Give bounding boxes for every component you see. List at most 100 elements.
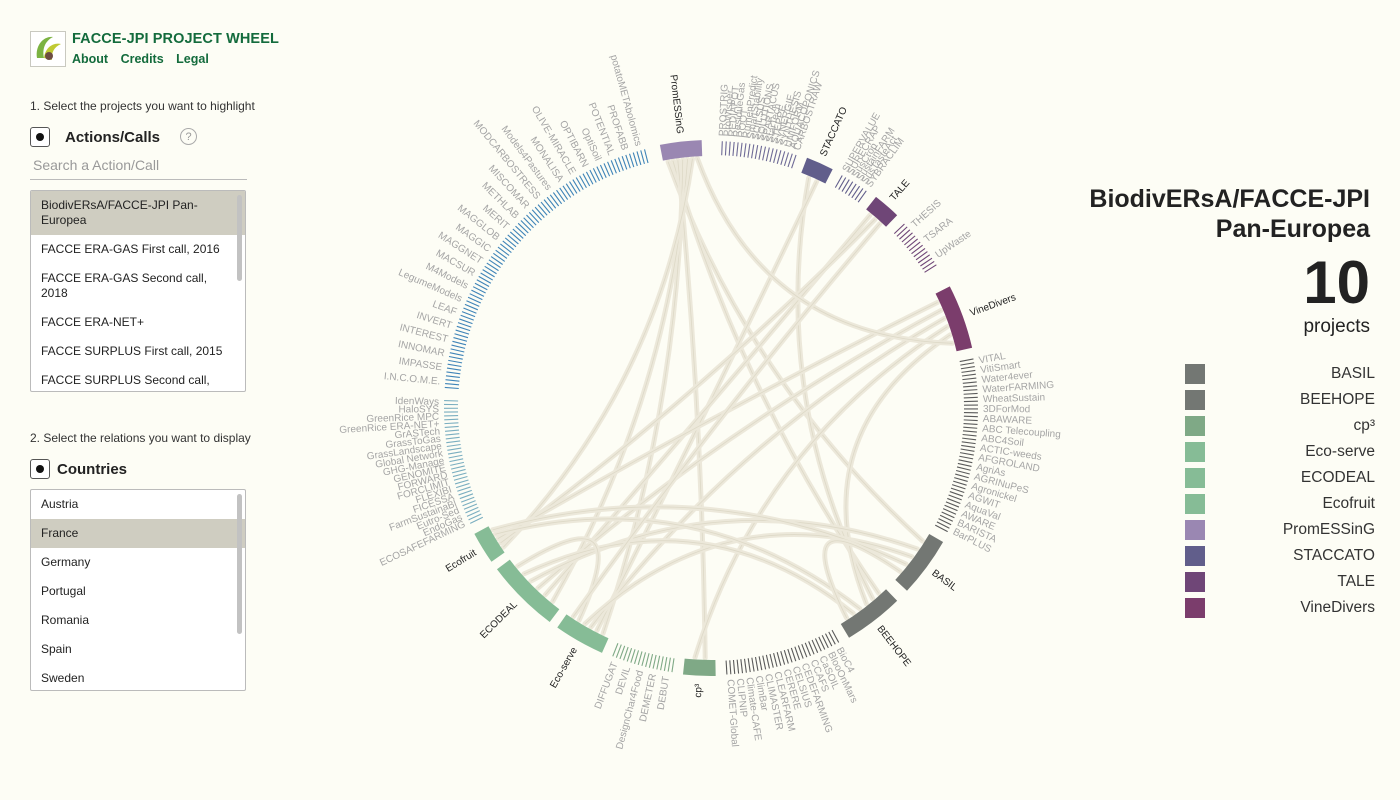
- project-tick[interactable]: [963, 426, 978, 429]
- project-tick[interactable]: [754, 656, 759, 671]
- project-tick[interactable]: [459, 318, 473, 325]
- project-tick[interactable]: [652, 654, 657, 669]
- call-list-item[interactable]: FACCE ERA-GAS First call, 2016: [31, 235, 245, 264]
- project-arc-label[interactable]: Ecofruit: [444, 548, 479, 575]
- project-tick[interactable]: [454, 479, 469, 485]
- countries-radio[interactable]: [30, 459, 50, 479]
- project-tick[interactable]: [445, 436, 460, 440]
- project-tick[interactable]: [445, 433, 460, 436]
- project-tick[interactable]: [924, 264, 937, 273]
- project-tick[interactable]: [776, 652, 782, 666]
- project-tick[interactable]: [552, 192, 563, 205]
- legend-item[interactable]: VineDivers: [1185, 598, 1375, 618]
- project-tick[interactable]: [450, 348, 465, 353]
- project-tick[interactable]: [523, 217, 534, 229]
- country-list-item[interactable]: France: [31, 519, 245, 548]
- project-tick[interactable]: [449, 458, 464, 463]
- project-tick[interactable]: [625, 154, 631, 169]
- project-tick[interactable]: [797, 645, 804, 659]
- countries-list[interactable]: Austria France Germany Portugal Romania Spain…: [30, 489, 246, 691]
- project-arc-label[interactable]: BASIL: [930, 568, 960, 594]
- project-tick[interactable]: [486, 262, 499, 272]
- project-tick[interactable]: [724, 141, 727, 156]
- project-tick[interactable]: [732, 659, 736, 674]
- project-tick[interactable]: [645, 653, 650, 668]
- project-node-label[interactable]: IMPASSE: [398, 356, 443, 373]
- project-tick[interactable]: [444, 425, 459, 428]
- project-tick[interactable]: [509, 231, 522, 242]
- project-tick[interactable]: [920, 257, 933, 267]
- nav-legal-link[interactable]: Legal: [176, 52, 209, 66]
- project-tick[interactable]: [736, 659, 740, 674]
- project-tick[interactable]: [446, 367, 461, 371]
- project-tick[interactable]: [963, 392, 978, 395]
- project-tick[interactable]: [960, 448, 975, 452]
- project-tick[interactable]: [484, 265, 497, 275]
- project-tick[interactable]: [906, 238, 919, 249]
- project-tick[interactable]: [460, 314, 474, 321]
- country-scrollbar[interactable]: [237, 494, 242, 634]
- call-list-item[interactable]: FACCE SURPLUS First call, 2015: [31, 337, 245, 366]
- project-tick[interactable]: [754, 145, 759, 159]
- project-wheel[interactable]: PromESSinG STACCATO TALE VineDivers BASIL BEE…: [300, 0, 1120, 800]
- project-arc-label[interactable]: cp³: [693, 683, 705, 698]
- project-tick[interactable]: [721, 141, 723, 156]
- legend-item[interactable]: STACCATO: [1185, 546, 1375, 566]
- project-tick[interactable]: [454, 333, 469, 339]
- project-tick[interactable]: [758, 656, 763, 671]
- project-tick[interactable]: [569, 181, 578, 194]
- project-tick[interactable]: [893, 223, 905, 235]
- project-tick[interactable]: [911, 244, 923, 255]
- project-tick[interactable]: [773, 653, 778, 667]
- project-tick[interactable]: [790, 647, 797, 662]
- actions-calls-radio[interactable]: [30, 127, 50, 147]
- project-tick[interactable]: [962, 377, 977, 381]
- project-tick[interactable]: [497, 246, 510, 256]
- project-tick[interactable]: [641, 652, 647, 667]
- call-list-item[interactable]: BiodivERsA/FACCE-JPI Pan-Europea: [31, 191, 245, 235]
- project-tick[interactable]: [854, 188, 864, 201]
- project-tick[interactable]: [451, 344, 466, 349]
- project-arc-label[interactable]: STACCATO: [818, 105, 850, 158]
- project-tick[interactable]: [751, 144, 755, 159]
- project-tick[interactable]: [507, 234, 519, 245]
- project-tick[interactable]: [546, 196, 557, 209]
- project-tick[interactable]: [960, 362, 975, 366]
- project-tick[interactable]: [512, 228, 524, 239]
- project-tick[interactable]: [917, 254, 931, 264]
- call-list-item[interactable]: FACCE ERA-NET+: [31, 308, 245, 337]
- project-tick[interactable]: [444, 386, 459, 390]
- project-tick[interactable]: [962, 430, 977, 433]
- project-tick[interactable]: [743, 658, 747, 673]
- project-tick[interactable]: [459, 493, 474, 500]
- project-tick[interactable]: [632, 152, 638, 167]
- nav-credits-link[interactable]: Credits: [121, 52, 164, 66]
- project-tick[interactable]: [769, 653, 774, 668]
- call-list-item[interactable]: FACCE ERA-GAS Second call, 2018: [31, 264, 245, 308]
- project-tick[interactable]: [488, 259, 501, 269]
- project-tick[interactable]: [623, 646, 629, 661]
- project-tick[interactable]: [493, 252, 506, 262]
- actions-calls-list[interactable]: BiodivERsA/FACCE-JPI Pan-Europea FACCE ER…: [30, 190, 246, 392]
- project-arc-label[interactable]: PromESSinG: [667, 74, 685, 135]
- project-arc-label[interactable]: Eco-serve: [548, 645, 580, 690]
- project-tick[interactable]: [787, 153, 793, 168]
- legend-item[interactable]: PromESSinG: [1185, 520, 1375, 540]
- project-tick[interactable]: [667, 657, 671, 672]
- project-tick[interactable]: [502, 240, 515, 251]
- project-tick[interactable]: [455, 329, 470, 335]
- project-tick[interactable]: [740, 659, 744, 674]
- project-tick[interactable]: [780, 651, 786, 665]
- nav-about-link[interactable]: About: [72, 52, 108, 66]
- project-tick[interactable]: [450, 465, 465, 470]
- project-tick[interactable]: [617, 157, 624, 171]
- project-tick[interactable]: [901, 232, 913, 243]
- legend-item[interactable]: cp³: [1185, 416, 1375, 436]
- project-tick[interactable]: [769, 148, 774, 163]
- project-tick[interactable]: [954, 477, 968, 482]
- legend-item[interactable]: ECODEAL: [1185, 468, 1375, 488]
- project-tick[interactable]: [747, 143, 751, 158]
- project-tick[interactable]: [549, 194, 560, 207]
- project-arc-label[interactable]: VineDivers: [969, 292, 1018, 319]
- project-tick[interactable]: [743, 143, 747, 158]
